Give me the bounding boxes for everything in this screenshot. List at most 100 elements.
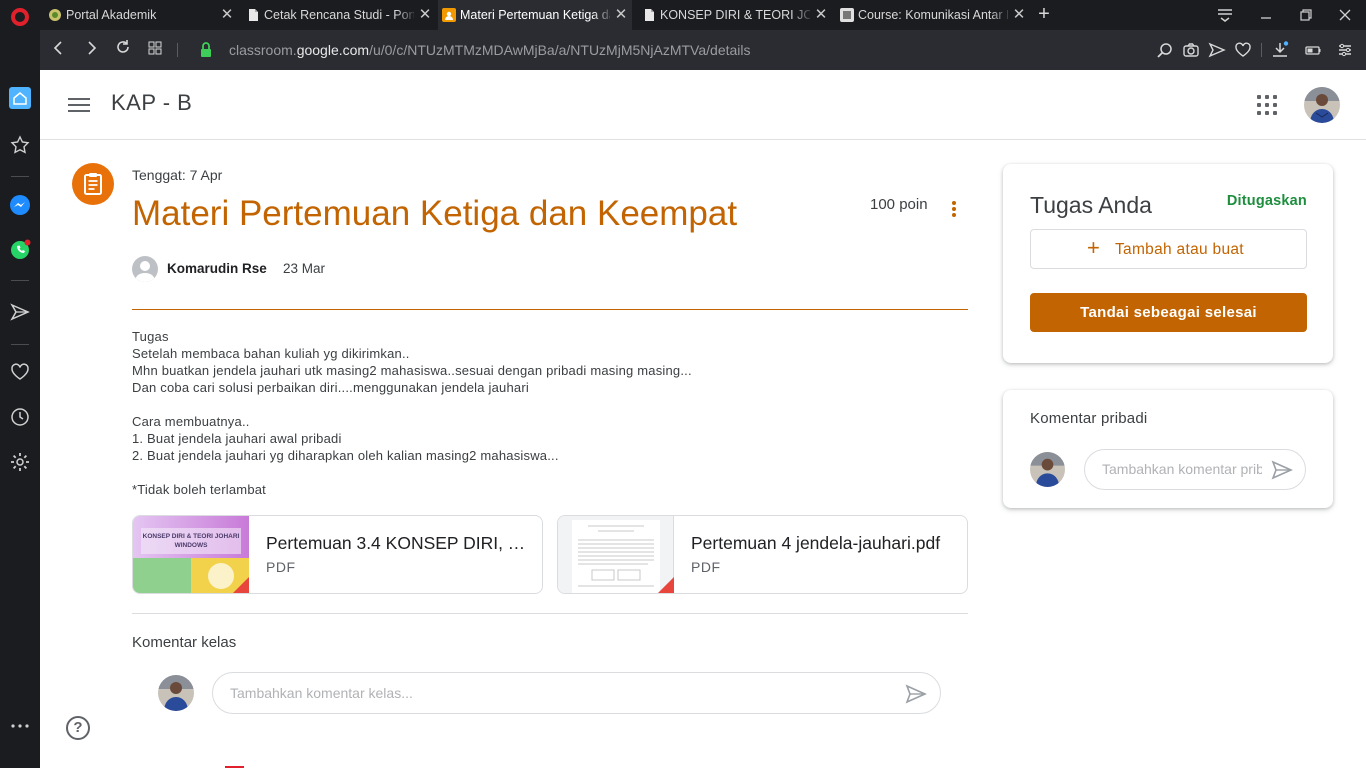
attachment-card[interactable]: Pertemuan 4 jendela-jauhari.pdf PDF <box>557 515 968 594</box>
battery-saver-icon[interactable] <box>1304 41 1322 59</box>
new-tab-button[interactable]: + <box>1035 0 1053 30</box>
your-work-title: Tugas Anda <box>1030 192 1152 218</box>
messenger-icon[interactable] <box>9 194 31 216</box>
tab-cetak-rencana-studi[interactable]: Cetak Rencana Studi - Portal Akademik ✕ <box>242 0 436 30</box>
easy-setup-icon[interactable] <box>1336 41 1354 59</box>
heart-icon[interactable] <box>9 361 31 383</box>
chevron-left-icon <box>53 41 62 55</box>
class-name[interactable]: KAP - B <box>111 90 192 116</box>
classroom-page: KAP - B Tenggat: 7 Apr Materi Pertemuan … <box>40 70 1366 768</box>
tab-title: Course: Komunikasi Antar Pribadi <box>858 8 1008 22</box>
class-comments-label: Komentar kelas <box>132 634 237 651</box>
private-comment-input[interactable]: Tambahkan komentar pribadi... <box>1084 449 1306 490</box>
divider <box>132 309 968 310</box>
moodle-favicon-icon <box>840 8 854 22</box>
assignment-description: Tugas Setelah membaca bahan kuliah yg di… <box>132 329 692 497</box>
private-comments-label: Komentar pribadi <box>1030 410 1148 427</box>
search-zoom-icon[interactable] <box>1156 41 1174 59</box>
thumbnail-label: KONSEP DIRI & TEORI JOHARI WINDOWS <box>142 533 240 549</box>
classroom-header: KAP - B <box>40 70 1366 140</box>
heart-icon[interactable] <box>1234 41 1252 59</box>
mark-as-done-button[interactable]: Tandai sebeagai selesai <box>1030 293 1307 332</box>
class-comment-input[interactable]: Tambahkan komentar kelas... <box>212 672 941 714</box>
assignment-icon <box>72 163 114 205</box>
download-icon[interactable] <box>1271 41 1289 59</box>
attachment-name: Pertemuan 4 jendela-jauhari.pdf <box>691 533 941 553</box>
browser-tab-bar: Portal Akademik ✕ Cetak Rencana Studi - … <box>0 0 1366 30</box>
send-icon[interactable] <box>904 682 928 706</box>
history-clock-icon[interactable] <box>9 406 31 428</box>
plus-icon: + <box>1087 235 1100 260</box>
opera-logo-icon[interactable] <box>11 8 29 26</box>
camera-icon[interactable] <box>1182 41 1200 59</box>
more-dots-icon[interactable] <box>9 715 31 737</box>
class-comment-placeholder: Tambahkan komentar kelas... <box>230 685 413 701</box>
tab-materi-pertemuan[interactable]: Materi Pertemuan Ketiga dan Keempat ✕ <box>438 0 632 30</box>
more-options-icon[interactable] <box>946 197 962 221</box>
close-icon <box>1339 9 1351 21</box>
help-icon[interactable]: ? <box>66 716 90 740</box>
tab-course-komunikasi[interactable]: Course: Komunikasi Antar Pribadi ✕ <box>836 0 1030 30</box>
attachment-card[interactable]: KONSEP DIRI & TEORI JOHARI WINDOWS Perte… <box>132 515 543 594</box>
close-icon[interactable]: ✕ <box>614 0 628 30</box>
account-avatar[interactable] <box>1304 87 1340 123</box>
close-icon[interactable]: ✕ <box>1012 0 1026 30</box>
speed-dial-button[interactable] <box>142 30 168 70</box>
divider <box>132 613 968 614</box>
commenter-avatar <box>1030 452 1065 487</box>
post-date: 23 Mar <box>283 261 326 276</box>
reload-icon <box>117 40 129 53</box>
close-icon[interactable]: ✕ <box>220 0 234 30</box>
url-field[interactable]: classroom.google.com/u/0/c/NTUzMTMzMDAwM… <box>229 30 751 70</box>
settings-gear-icon[interactable] <box>9 451 31 473</box>
close-icon[interactable]: ✕ <box>814 0 828 30</box>
home-icon[interactable] <box>9 87 31 109</box>
send-icon[interactable] <box>1270 458 1294 482</box>
private-comments-card: Komentar pribadi Tambahkan komentar prib… <box>1003 390 1333 508</box>
tab-title: KONSEP DIRI & TEORI JOHARI <box>660 8 810 22</box>
user-photo-icon <box>1304 87 1340 123</box>
tab-menu-icon[interactable] <box>1216 8 1234 22</box>
user-photo-icon <box>158 675 194 711</box>
clipboard-icon <box>84 173 102 195</box>
chevron-right-icon <box>88 41 97 55</box>
tab-title: Materi Pertemuan Ketiga dan Keempat <box>460 8 610 22</box>
document-favicon-icon <box>645 9 654 21</box>
attachment-name: Pertemuan 3.4 KONSEP DIRI, TEORI JOHARI … <box>266 533 526 553</box>
close-window-button[interactable] <box>1330 0 1360 30</box>
lock-icon[interactable] <box>197 41 215 59</box>
bookmarks-star-icon[interactable] <box>9 134 31 156</box>
document-favicon-icon <box>249 9 258 21</box>
assignment-status: Ditugaskan <box>1226 193 1307 209</box>
whatsapp-icon[interactable] <box>9 239 31 261</box>
commenter-avatar <box>158 675 194 711</box>
grid-icon <box>148 41 162 55</box>
add-or-create-button[interactable]: + Tambah atau buat <box>1030 229 1307 269</box>
author-name: Komarudin Rse <box>167 261 267 276</box>
private-comment-placeholder: Tambahkan komentar pribadi... <box>1102 461 1262 477</box>
tab-portal-akademik[interactable]: Portal Akademik ✕ <box>44 0 238 30</box>
restore-button[interactable] <box>1291 0 1321 30</box>
classroom-favicon-icon <box>442 8 456 22</box>
tab-title: Portal Akademik <box>66 8 157 22</box>
assignment-points: 100 poin <box>870 196 928 213</box>
gear-favicon-icon <box>49 9 61 21</box>
your-work-card: Tugas Anda Ditugaskan + Tambah atau buat… <box>1003 164 1333 363</box>
person-icon <box>135 261 155 282</box>
attachment-thumbnail: KONSEP DIRI & TEORI JOHARI WINDOWS <box>133 516 249 593</box>
browser-sidebar <box>0 30 40 768</box>
my-flow-send-icon[interactable] <box>9 301 31 323</box>
google-apps-icon[interactable] <box>1256 94 1278 116</box>
main-menu-button[interactable] <box>64 93 94 117</box>
minimize-icon <box>1261 17 1271 19</box>
minimize-button[interactable] <box>1251 0 1281 30</box>
user-photo-icon <box>1030 452 1065 487</box>
tab-konsep-diri[interactable]: KONSEP DIRI & TEORI JOHARI ✕ <box>638 0 832 30</box>
reload-button[interactable] <box>110 30 136 70</box>
author-avatar <box>132 256 158 282</box>
restore-icon <box>1300 9 1312 21</box>
back-button[interactable] <box>46 30 72 70</box>
forward-button[interactable] <box>78 30 104 70</box>
close-icon[interactable]: ✕ <box>418 0 432 30</box>
send-icon[interactable] <box>1208 41 1226 59</box>
